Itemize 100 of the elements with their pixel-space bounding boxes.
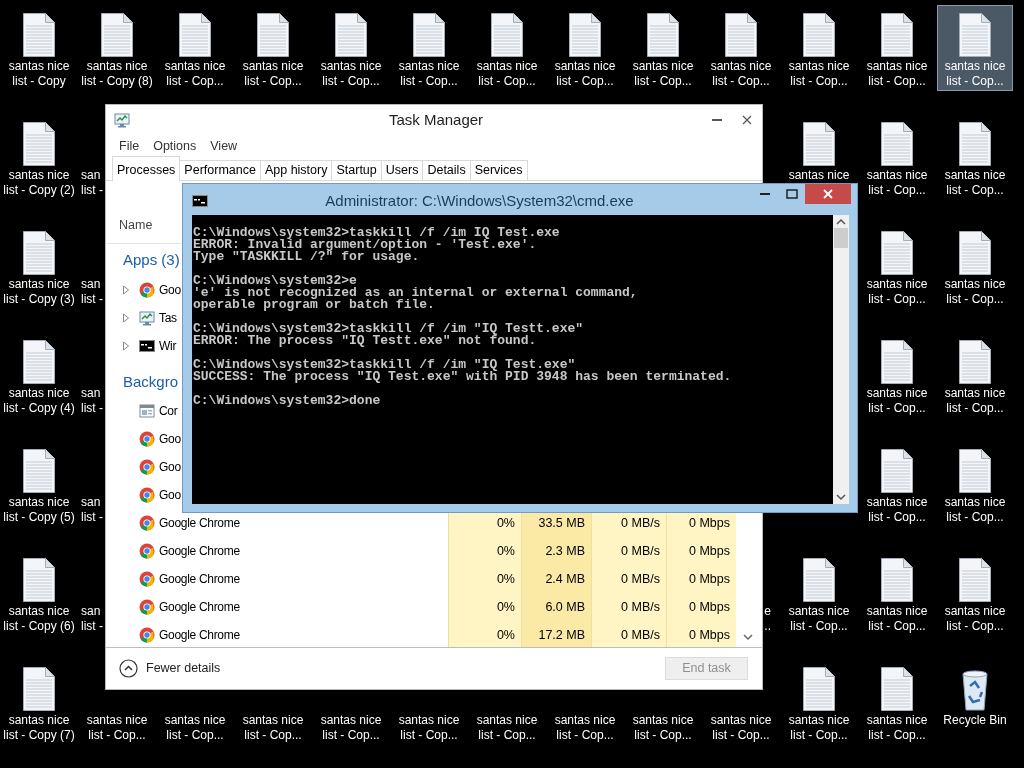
file-name[interactable]: santas nice list - Cop... — [86, 713, 148, 743]
document-icon — [412, 12, 446, 58]
file-name[interactable]: san list - — [81, 277, 103, 307]
desktop-item[interactable]: santas nice list - Cop... — [235, 5, 311, 90]
desktop-item[interactable]: santas nice list - Copy — [1, 5, 77, 90]
menu-item[interactable]: File — [119, 136, 140, 156]
scrollbar[interactable] — [833, 215, 849, 504]
file-name[interactable]: san list - — [81, 604, 103, 634]
tab[interactable]: Processes — [112, 156, 181, 181]
desktop-item[interactable]: santas nice list - Cop... — [313, 5, 389, 90]
desktop-item[interactable]: santas nice list - Cop... — [937, 332, 1013, 417]
desktop-item[interactable]: santas nice list - Cop... — [859, 332, 935, 417]
table-cell: 0 Mbps — [666, 537, 736, 565]
tab[interactable]: Startup — [331, 160, 382, 180]
document-icon — [802, 557, 836, 603]
file-name[interactable]: san list - — [81, 168, 103, 198]
file-name[interactable]: san list - — [81, 386, 103, 416]
desktop-item[interactable]: santas nice list - Cop... — [937, 223, 1013, 308]
file-name[interactable]: santas nice list - Cop... — [710, 713, 772, 743]
desktop-item[interactable]: santas nice list - Cop... — [937, 550, 1013, 635]
desktop-item[interactable]: santas nice list - Copy (7) — [1, 659, 77, 744]
document-icon — [646, 12, 680, 58]
desktop-item[interactable]: santas nice list - Cop... — [937, 5, 1013, 91]
desktop-item[interactable]: santas nice list - Cop... — [859, 659, 935, 744]
desktop-item[interactable]: santas nice list - Copy (8) — [79, 5, 155, 90]
browser-icon — [139, 282, 155, 298]
desktop-item[interactable]: santas nice list - Copy (6) — [1, 550, 77, 635]
table-cell: 0 Mbps — [666, 621, 736, 647]
menu-item[interactable]: View — [210, 136, 238, 156]
file-name[interactable]: santas nice list - Cop... — [164, 713, 226, 743]
scroll-down-icon[interactable] — [836, 493, 846, 501]
file-name[interactable]: santas nice list - Cop... — [476, 713, 538, 743]
desktop-item[interactable]: santas nice list - Cop... — [859, 550, 935, 635]
process-name[interactable]: Tas — [159, 309, 177, 327]
document-icon — [724, 12, 758, 58]
table-cell: 0 Mbps — [666, 565, 736, 593]
scroll-up-icon[interactable] — [836, 218, 846, 226]
process-name[interactable]: Cor — [159, 402, 178, 420]
expand-arrow-icon[interactable] — [121, 285, 131, 295]
desktop-item[interactable]: santas nice list - Cop... — [625, 5, 701, 90]
process-name[interactable]: Google Chrome — [159, 626, 240, 644]
desktop-item[interactable]: santas nice list - Cop... — [859, 5, 935, 90]
scrollbar-thumb[interactable] — [834, 228, 848, 248]
expand-arrow-icon[interactable] — [121, 313, 131, 323]
process-name[interactable]: Google Chrome — [159, 514, 240, 532]
expand-arrow-icon[interactable] — [121, 341, 131, 351]
file-name[interactable]: santas nice list - Cop... — [398, 713, 460, 743]
desktop-item[interactable]: santas nice list - Cop... — [469, 5, 545, 90]
file-name[interactable]: san list - — [81, 495, 103, 525]
desktop-item[interactable]: santas nice list - Copy (4) — [1, 332, 77, 417]
console-icon — [139, 338, 155, 354]
desktop-item[interactable]: santas nice list - Cop... — [703, 5, 779, 90]
process-name[interactable]: Goo — [159, 430, 181, 448]
browser-icon — [139, 487, 155, 503]
console-line: ERROR: The process "IQ Testt.exe" not found. — [193, 335, 538, 347]
console-icon — [192, 193, 208, 209]
table-cell: 0% — [448, 621, 521, 647]
fewer-details-button[interactable]: Fewer details — [119, 659, 221, 678]
desktop-item[interactable]: santas nice list - Cop... — [157, 5, 233, 90]
close-button[interactable] — [805, 184, 851, 204]
process-name[interactable]: Goo — [159, 486, 181, 504]
file-name[interactable]: santas nice list - Cop... — [554, 713, 616, 743]
column-header[interactable]: Name — [119, 216, 153, 235]
table-cell: 0 MB/s — [591, 537, 666, 565]
desktop-item[interactable]: santas nice list - Cop... — [937, 114, 1013, 199]
document-icon — [22, 12, 56, 58]
process-name[interactable]: Google Chrome — [159, 598, 240, 616]
process-name[interactable]: Google Chrome — [159, 570, 240, 588]
desktop-item[interactable]: santas nice list - Cop... — [781, 5, 857, 90]
file-name[interactable]: e .. — [764, 604, 771, 634]
browser-icon — [139, 543, 155, 559]
desktop-item[interactable]: santas nice — [781, 114, 857, 184]
scroll-down-icon[interactable] — [742, 633, 753, 641]
browser-icon — [139, 627, 155, 643]
desktop-item[interactable]: Recycle Bin — [937, 659, 1013, 729]
menu-item[interactable]: Options — [153, 136, 197, 156]
desktop-item[interactable]: santas nice list - Cop... — [547, 5, 623, 90]
desktop-item[interactable]: santas nice list - Cop... — [781, 659, 857, 744]
document-icon — [22, 339, 56, 385]
desktop-item[interactable]: santas nice list - Cop... — [859, 114, 935, 199]
file-name[interactable]: santas nice list - Cop... — [320, 713, 382, 743]
process-name[interactable]: Goo — [159, 458, 181, 476]
file-name[interactable]: santas nice list - Cop... — [242, 713, 304, 743]
console-line: C:\Windows\system32>taskkill /f /im "IQ Testt.exe" — [193, 323, 585, 335]
desktop-item[interactable]: santas nice list - Cop... — [937, 441, 1013, 526]
desktop-item[interactable]: santas nice list - Cop... — [781, 550, 857, 635]
console-line: C:\Windows\system32>taskkill /f /im "IQ Test.exe" — [193, 359, 576, 371]
process-name[interactable]: Goo — [159, 281, 181, 299]
process-name[interactable]: Wir — [159, 337, 177, 355]
desktop-item[interactable]: santas nice list - Cop... — [859, 223, 935, 308]
desktop-item[interactable]: santas nice list - Cop... — [391, 5, 467, 90]
file-name[interactable]: santas nice list - Cop... — [632, 713, 694, 743]
desktop-item[interactable]: santas nice list - Copy (2) — [1, 114, 77, 199]
desktop-item[interactable]: santas nice list - Cop... — [859, 441, 935, 526]
tab[interactable]: App history — [259, 160, 333, 180]
desktop-item[interactable]: santas nice list - Copy (3) — [1, 223, 77, 308]
process-name[interactable]: Google Chrome — [159, 542, 240, 560]
table-cell: 2.4 MB — [521, 565, 591, 593]
desktop-item[interactable]: santas nice list - Copy (5) — [1, 441, 77, 526]
tab[interactable]: Services — [469, 160, 528, 180]
